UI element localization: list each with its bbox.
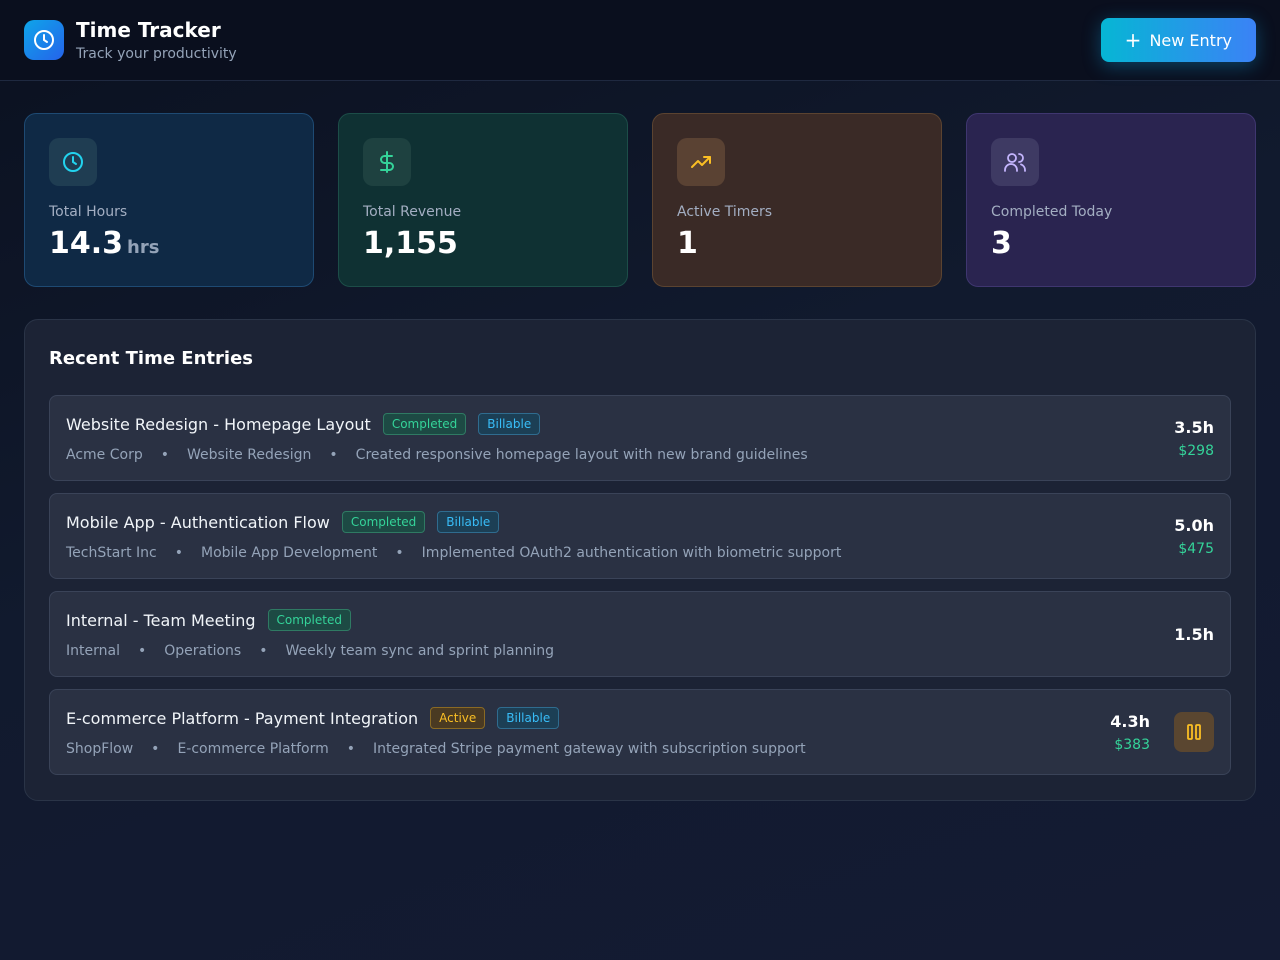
stat-number: 14.3 xyxy=(49,226,124,261)
entry-project: Mobile App Development xyxy=(200,545,378,561)
entry-title: Internal - Team Meeting xyxy=(66,610,256,630)
entry-amount: $298 xyxy=(1178,442,1214,459)
status-badge: Completed xyxy=(341,511,426,533)
entry-project: Operations xyxy=(164,643,242,659)
status-badge: Active xyxy=(430,707,486,729)
app-subtitle: Track your productivity xyxy=(76,46,237,62)
separator: • xyxy=(259,643,268,659)
app-title: Time Tracker xyxy=(76,18,221,42)
entry-client: TechStart Inc xyxy=(66,545,157,561)
panel-title: Recent Time Entries xyxy=(49,348,253,369)
separator: • xyxy=(395,545,404,561)
time-entry[interactable]: Website Redesign - Homepage Layout Compl… xyxy=(49,395,1231,481)
stat-label: Total Hours xyxy=(49,204,128,220)
status-badge: Completed xyxy=(267,609,351,631)
plus-icon: + xyxy=(1124,28,1142,52)
users-icon xyxy=(991,138,1039,186)
entry-hours: 1.5h xyxy=(1174,624,1214,644)
separator: • xyxy=(160,447,169,463)
brand: Time Tracker Track your productivity xyxy=(24,18,237,62)
new-entry-button[interactable]: + New Entry xyxy=(1100,18,1256,62)
entry-project: E-commerce Platform xyxy=(177,741,329,757)
stat-total-revenue: Total Revenue 1,155 xyxy=(338,113,628,287)
stat-label: Active Timers xyxy=(677,204,773,220)
trending-up-icon xyxy=(677,138,725,186)
billable-badge: Billable xyxy=(437,511,500,533)
stats-row: Total Hours 14.3 hrs Total Revenue 1,155 … xyxy=(24,113,1256,287)
app-header: Time Tracker Track your productivity + N… xyxy=(0,0,1280,81)
entry-title: Mobile App - Authentication Flow xyxy=(66,512,330,532)
entry-amount: $383 xyxy=(1114,736,1150,753)
entry-description: Weekly team sync and sprint planning xyxy=(285,643,554,659)
stat-label: Completed Today xyxy=(991,204,1113,220)
stat-value: 1,155 xyxy=(363,226,458,261)
time-entry[interactable]: Mobile App - Authentication Flow Complet… xyxy=(49,493,1231,579)
entry-title: Website Redesign - Homepage Layout xyxy=(66,414,371,434)
entry-description: Integrated Stripe payment gateway with s… xyxy=(373,741,806,757)
pause-icon xyxy=(1187,724,1201,740)
entry-amount: $475 xyxy=(1178,540,1214,557)
entry-hours: 3.5h xyxy=(1174,417,1214,437)
entry-hours: 4.3h xyxy=(1110,711,1150,731)
billable-badge: Billable xyxy=(497,707,560,729)
stat-unit: hrs xyxy=(127,237,160,258)
pause-timer-button[interactable] xyxy=(1174,712,1214,752)
separator: • xyxy=(137,643,147,659)
entry-client: ShopFlow xyxy=(66,741,134,757)
stat-total-hours: Total Hours 14.3 hrs xyxy=(24,113,314,287)
new-entry-label: New Entry xyxy=(1149,30,1232,50)
entry-description: Implemented OAuth2 authentication with b… xyxy=(421,545,842,561)
entry-hours: 5.0h xyxy=(1174,515,1214,535)
separator: • xyxy=(151,741,160,757)
entry-project: Website Redesign xyxy=(186,447,312,463)
entry-client: Acme Corp xyxy=(66,447,143,463)
stat-active-timers: Active Timers 1 xyxy=(652,113,942,287)
billable-badge: Billable xyxy=(478,413,541,435)
entry-title: E-commerce Platform - Payment Integratio… xyxy=(66,708,419,728)
stat-completed-today: Completed Today 3 xyxy=(966,113,1256,287)
stat-label: Total Revenue xyxy=(363,204,462,220)
time-entry[interactable]: E-commerce Platform - Payment Integratio… xyxy=(49,689,1231,775)
stat-value: 14.3 hrs xyxy=(49,226,289,266)
stat-value: 3 xyxy=(991,226,1012,261)
separator: • xyxy=(174,545,183,561)
clock-icon xyxy=(24,20,64,60)
clock-icon xyxy=(49,138,97,186)
entry-client: Internal xyxy=(66,643,120,659)
status-badge: Completed xyxy=(382,413,467,435)
separator: • xyxy=(329,447,338,463)
recent-entries-panel: Recent Time Entries Website Redesign - H… xyxy=(24,319,1256,801)
separator: • xyxy=(346,741,356,757)
stat-value: 1 xyxy=(677,226,698,261)
entry-description: Created responsive homepage layout with … xyxy=(355,447,808,463)
time-entry[interactable]: Internal - Team Meeting Completed Intern… xyxy=(49,591,1231,677)
dollar-icon xyxy=(363,138,411,186)
